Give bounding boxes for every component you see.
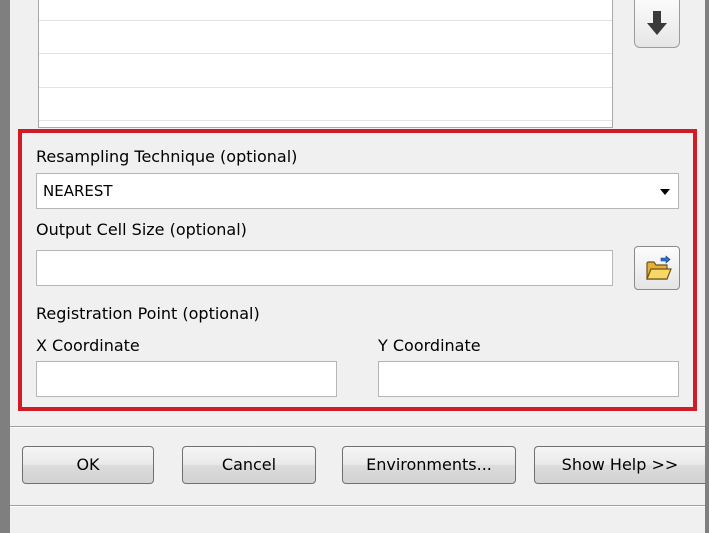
browse-button[interactable] [634, 246, 680, 290]
show-help-button[interactable]: Show Help >> [534, 446, 705, 484]
cancel-button[interactable]: Cancel [182, 446, 316, 484]
folder-open-icon [646, 255, 672, 280]
y-coordinate-input[interactable] [378, 361, 679, 397]
list-row-divider [39, 20, 612, 21]
registration-point-label: Registration Point (optional) [36, 304, 260, 323]
separator [10, 506, 705, 507]
separator [10, 427, 705, 428]
window-border-left [0, 0, 10, 533]
window-border-right [705, 0, 709, 533]
resampling-dropdown[interactable]: NEAREST [36, 173, 679, 209]
environments-button[interactable]: Environments... [342, 446, 516, 484]
resampling-selected-value: NEAREST [43, 182, 113, 200]
chevron-down-icon[interactable] [660, 189, 670, 195]
arrow-down-icon [647, 11, 667, 35]
list-row-divider [39, 87, 612, 88]
x-coordinate-label: X Coordinate [36, 336, 140, 355]
output-cell-size-label: Output Cell Size (optional) [36, 220, 247, 239]
y-coordinate-label: Y Coordinate [378, 336, 481, 355]
list-row-divider [39, 53, 612, 54]
x-coordinate-input[interactable] [36, 361, 337, 397]
input-list[interactable] [38, 0, 613, 128]
resampling-label: Resampling Technique (optional) [36, 147, 298, 166]
move-down-button[interactable] [634, 0, 680, 48]
ok-button[interactable]: OK [22, 446, 154, 484]
output-cell-size-input[interactable] [36, 250, 613, 286]
list-row-divider [39, 120, 612, 121]
